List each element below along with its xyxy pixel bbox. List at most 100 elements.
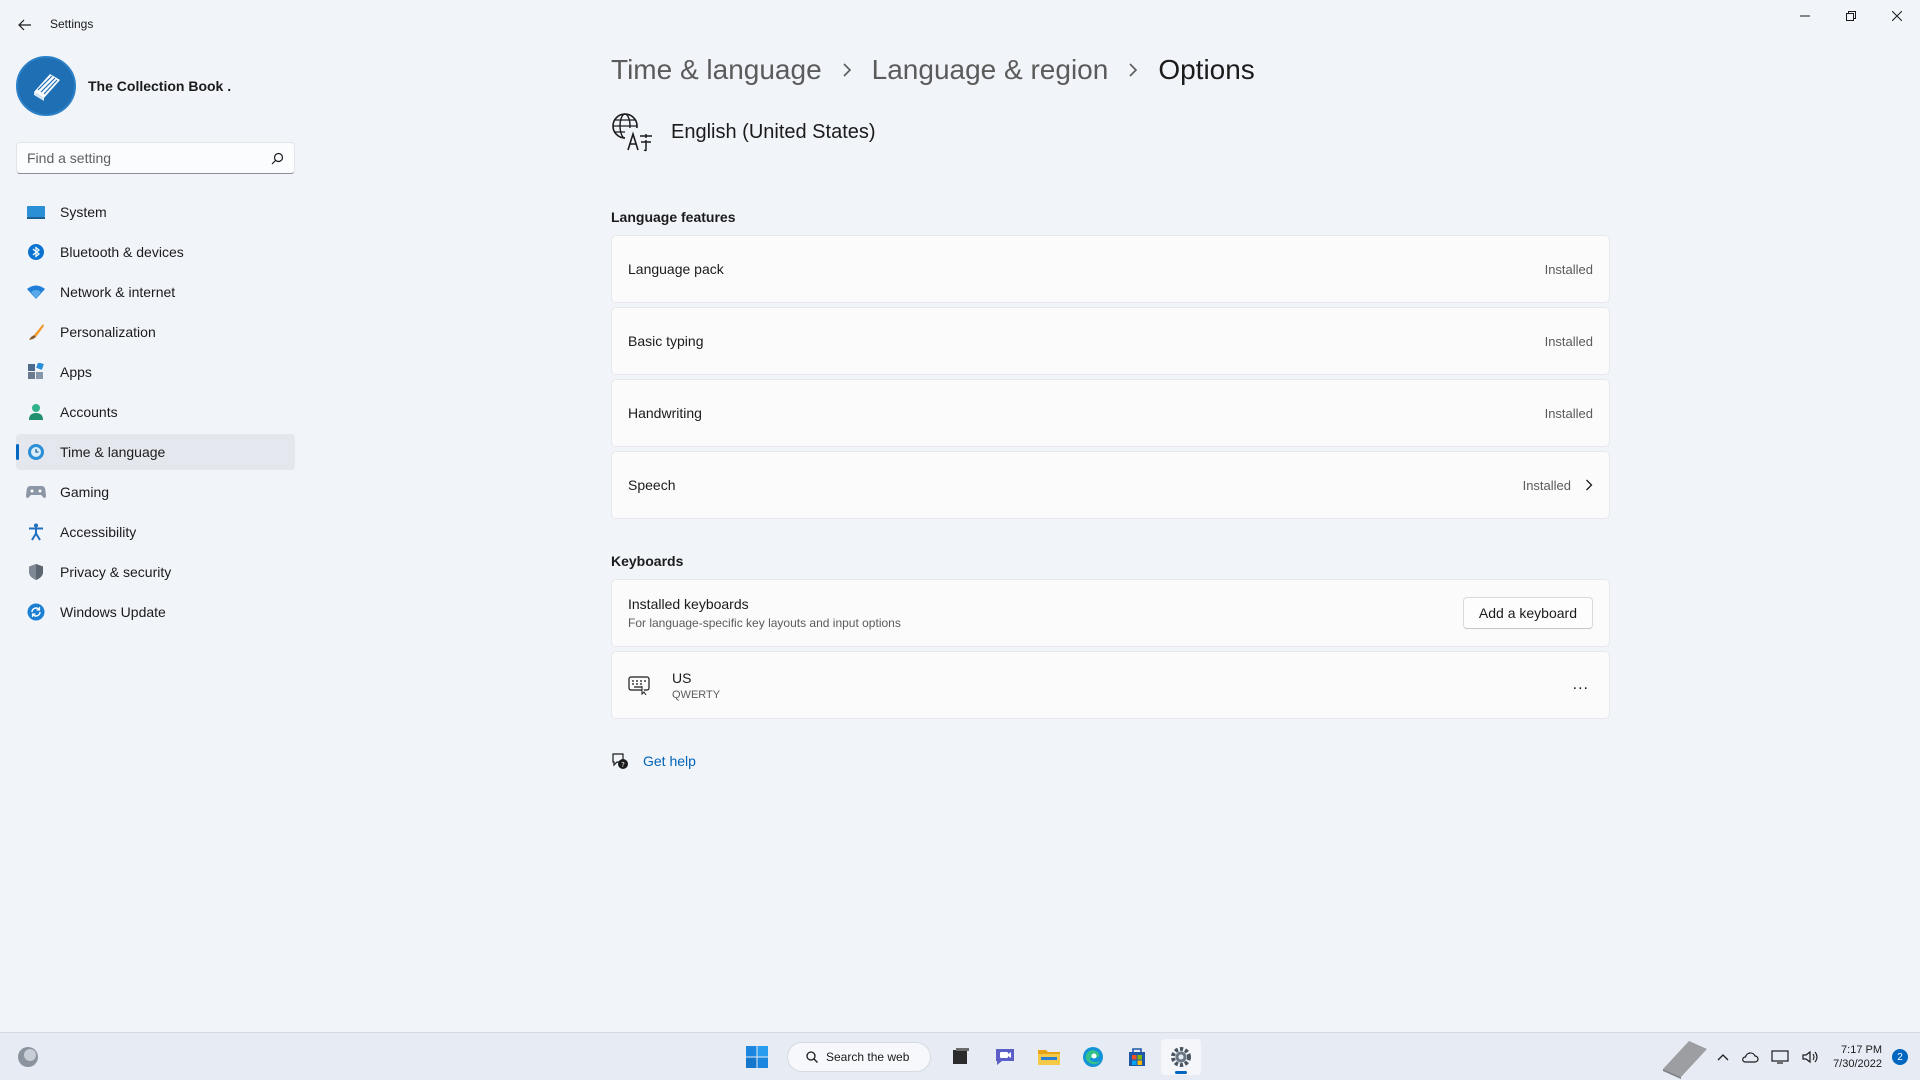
feature-label: Basic typing bbox=[628, 333, 704, 349]
profile-name: The Collection Book . bbox=[88, 78, 232, 94]
store-icon bbox=[1129, 1048, 1145, 1066]
breadcrumb: Time & language Language & region Option… bbox=[611, 54, 1255, 86]
brush-icon bbox=[26, 322, 46, 342]
chevron-right-icon bbox=[842, 63, 852, 77]
taskbar-store[interactable] bbox=[1117, 1039, 1157, 1075]
page-title: Options bbox=[1158, 54, 1255, 85]
speech-card[interactable]: Speech Installed bbox=[611, 451, 1610, 519]
language-icon bbox=[612, 113, 653, 152]
windows-logo-icon bbox=[746, 1046, 768, 1068]
taskbar-apps: Search the web bbox=[735, 1039, 1203, 1075]
basic-typing-card: Basic typing Installed bbox=[611, 307, 1610, 375]
search-icon bbox=[806, 1051, 818, 1063]
wifi-icon bbox=[26, 282, 46, 302]
keyboard-icon bbox=[628, 676, 650, 695]
sidebar-item-label: Accessibility bbox=[60, 524, 137, 540]
sidebar-item-label: Privacy & security bbox=[60, 564, 172, 580]
accessibility-icon bbox=[26, 522, 46, 542]
sidebar-item-label: Gaming bbox=[60, 484, 110, 500]
get-help-link[interactable]: ? Get help bbox=[611, 752, 696, 770]
taskbar-teams[interactable] bbox=[985, 1039, 1025, 1075]
display-icon[interactable] bbox=[1771, 1050, 1789, 1064]
start-button[interactable] bbox=[737, 1039, 777, 1075]
taskbar-task-view[interactable] bbox=[941, 1039, 981, 1075]
sidebar-nav: System Bluetooth & devices Network & int… bbox=[16, 194, 295, 634]
chevron-up-icon[interactable] bbox=[1717, 1053, 1729, 1061]
taskbar: Search the web 7:17 PM 7/30/2022 2 bbox=[0, 1032, 1920, 1080]
app-title: Settings bbox=[50, 17, 94, 31]
keyboard-name: US bbox=[672, 669, 692, 686]
breadcrumb-language-region[interactable]: Language & region bbox=[872, 54, 1109, 86]
sidebar-item-personalization[interactable]: Personalization bbox=[16, 314, 295, 350]
bluetooth-icon bbox=[26, 242, 46, 262]
system-tray: 7:17 PM 7/30/2022 2 bbox=[1659, 1033, 1920, 1080]
taskbar-settings[interactable] bbox=[1161, 1039, 1201, 1075]
sidebar-item-windows-update[interactable]: Windows Update bbox=[16, 594, 295, 630]
user-profile[interactable]: The Collection Book . bbox=[16, 56, 231, 116]
task-view-icon bbox=[953, 1048, 969, 1064]
get-help-label: Get help bbox=[643, 753, 696, 769]
minimize-icon bbox=[1800, 15, 1810, 17]
restore-button[interactable] bbox=[1828, 0, 1874, 32]
feature-status: Installed bbox=[1544, 333, 1593, 349]
installed-keyboards-description: For language-specific key layouts and in… bbox=[628, 616, 901, 630]
card-actions: ... bbox=[1573, 676, 1593, 694]
close-button[interactable] bbox=[1874, 0, 1920, 32]
keyboard-us-card: US QWERTY ... bbox=[611, 651, 1610, 719]
folder-icon bbox=[1038, 1050, 1060, 1065]
sidebar-item-label: Network & internet bbox=[60, 284, 176, 300]
search-icon bbox=[271, 152, 284, 165]
taskbar-file-explorer[interactable] bbox=[1029, 1039, 1069, 1075]
sidebar-item-time-language[interactable]: Time & language bbox=[16, 434, 295, 470]
feature-label: Language pack bbox=[628, 261, 724, 277]
taskbar-search[interactable]: Search the web bbox=[787, 1042, 931, 1072]
sidebar-item-label: Time & language bbox=[60, 444, 166, 460]
back-arrow-icon bbox=[18, 19, 31, 31]
installed-keyboards-text: Installed keyboards For language-specifi… bbox=[628, 596, 901, 630]
sidebar-item-accessibility[interactable]: Accessibility bbox=[16, 514, 295, 550]
clock-globe-icon bbox=[26, 442, 46, 462]
language-features-heading: Language features bbox=[611, 209, 736, 225]
back-button[interactable] bbox=[14, 14, 36, 36]
keyboard-layout: QWERTY bbox=[672, 688, 721, 701]
restore-icon bbox=[1846, 11, 1856, 21]
sidebar-item-privacy[interactable]: Privacy & security bbox=[16, 554, 295, 590]
apps-icon bbox=[26, 362, 46, 382]
sidebar-item-label: Personalization bbox=[60, 324, 156, 340]
clock[interactable]: 7:17 PM 7/30/2022 bbox=[1833, 1043, 1882, 1071]
feature-label: Handwriting bbox=[628, 405, 702, 421]
add-keyboard-button[interactable]: Add a keyboard bbox=[1462, 597, 1593, 629]
sidebar-item-system[interactable]: System bbox=[16, 194, 295, 230]
more-options-button[interactable]: ... bbox=[1573, 676, 1589, 694]
minimize-button[interactable] bbox=[1782, 0, 1828, 32]
installed-keyboards-label: Installed keyboards bbox=[628, 596, 749, 612]
notification-badge[interactable]: 2 bbox=[1892, 1049, 1908, 1065]
breadcrumb-time-language[interactable]: Time & language bbox=[611, 54, 822, 86]
keyboards-heading: Keyboards bbox=[611, 553, 684, 569]
sidebar-item-bluetooth[interactable]: Bluetooth & devices bbox=[16, 234, 295, 270]
system-icon bbox=[26, 202, 46, 222]
avatar bbox=[16, 56, 76, 116]
svg-text:?: ? bbox=[621, 761, 625, 769]
cloud-icon[interactable] bbox=[1741, 1051, 1759, 1063]
person-icon bbox=[26, 402, 46, 422]
widgets-icon[interactable] bbox=[16, 1045, 40, 1069]
update-icon bbox=[26, 602, 46, 622]
sidebar-item-label: Accounts bbox=[60, 404, 118, 420]
feature-status: Installed bbox=[1544, 261, 1593, 277]
clock-date: 7/30/2022 bbox=[1833, 1058, 1882, 1070]
sidebar-item-apps[interactable]: Apps bbox=[16, 354, 295, 390]
taskbar-edge[interactable] bbox=[1073, 1039, 1113, 1075]
help-icon: ? bbox=[612, 753, 628, 769]
search-box[interactable] bbox=[16, 142, 295, 174]
language-header: English (United States) bbox=[611, 112, 876, 152]
sidebar-item-accounts[interactable]: Accounts bbox=[16, 394, 295, 430]
taskbar-search-label: Search the web bbox=[826, 1050, 910, 1064]
sidebar-item-network[interactable]: Network & internet bbox=[16, 274, 295, 310]
search-input[interactable] bbox=[27, 150, 267, 166]
title-bar: Settings bbox=[0, 0, 1920, 48]
volume-icon[interactable] bbox=[1801, 1050, 1819, 1064]
feature-status-group: Installed bbox=[1523, 478, 1593, 493]
shield-icon bbox=[26, 562, 46, 582]
sidebar-item-gaming[interactable]: Gaming bbox=[16, 474, 295, 510]
